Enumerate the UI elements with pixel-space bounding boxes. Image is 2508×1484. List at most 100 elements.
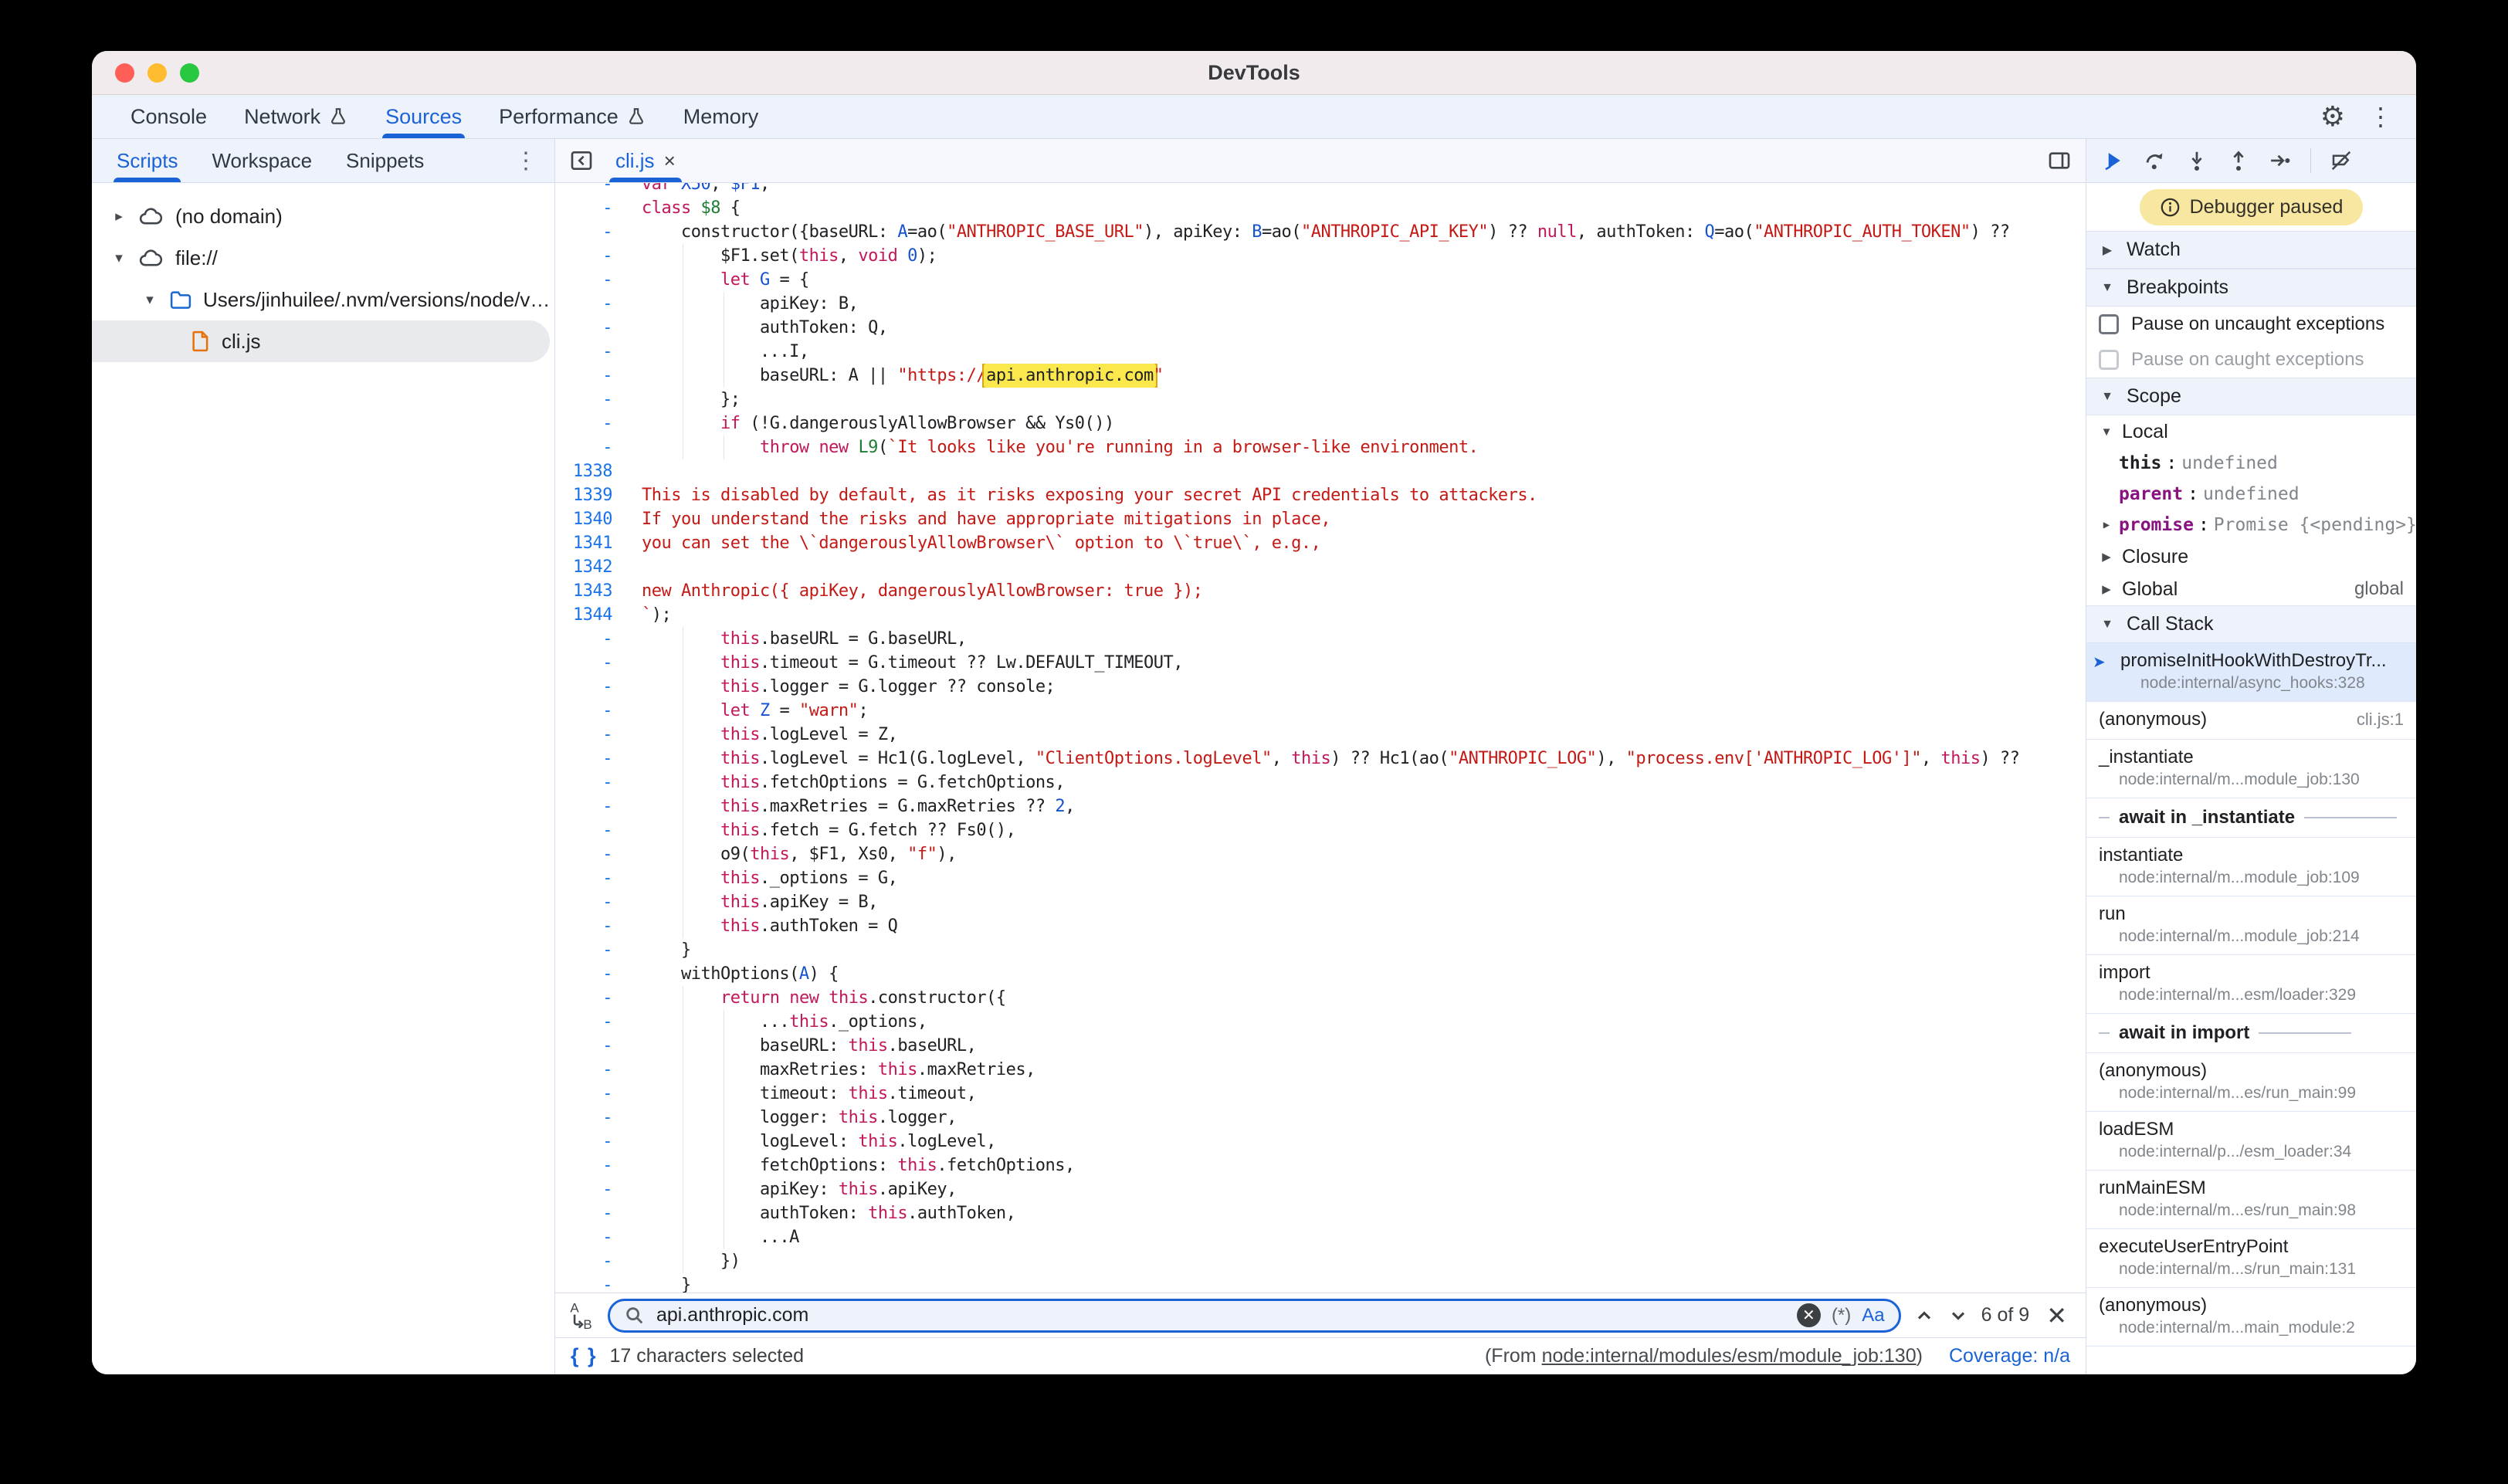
line-number[interactable]: 1338 [555, 459, 631, 483]
pause-caught-checkbox[interactable] [2099, 350, 2119, 370]
toggle-debugger-sidebar-icon[interactable] [2047, 148, 2072, 173]
call-stack-frame[interactable]: loadESMnode:internal/p.../esm_loader:34 [2086, 1112, 2416, 1171]
line-number[interactable]: - [555, 675, 631, 699]
line-number[interactable]: - [555, 890, 631, 914]
settings-gear-icon[interactable]: ⚙ [2320, 103, 2345, 130]
tree-item-clijs[interactable]: cli.js [92, 320, 550, 362]
editor-tab-clijs[interactable]: cli.js × [609, 139, 682, 182]
line-number[interactable]: - [555, 771, 631, 795]
scope-section-header[interactable]: ▼ Scope [2086, 378, 2416, 415]
line-number[interactable]: - [555, 986, 631, 1010]
pause-uncaught-checkbox[interactable] [2099, 314, 2119, 334]
line-number[interactable]: - [555, 196, 631, 220]
line-number[interactable]: - [555, 842, 631, 866]
clear-search-icon[interactable]: ✕ [1797, 1303, 1821, 1327]
line-number[interactable]: - [555, 1130, 631, 1154]
line-number[interactable]: - [555, 364, 631, 388]
line-number[interactable]: - [555, 1201, 631, 1225]
line-number[interactable]: 1339 [555, 483, 631, 507]
line-number[interactable]: - [555, 1106, 631, 1130]
tab-memory[interactable]: Memory [665, 95, 778, 138]
step-over-icon[interactable] [2144, 149, 2167, 172]
tab-snippets[interactable]: Snippets [329, 139, 441, 182]
close-tab-icon[interactable]: × [664, 149, 676, 173]
call-stack-frame[interactable]: ➤promiseInitHookWithDestroyTr...node:int… [2086, 643, 2416, 702]
line-number[interactable]: - [555, 866, 631, 890]
line-number[interactable]: - [555, 220, 631, 244]
line-number[interactable]: - [555, 316, 631, 340]
line-number[interactable]: 1341 [555, 531, 631, 555]
call-stack-frame[interactable]: runnode:internal/m...module_job:214 [2086, 896, 2416, 955]
search-input[interactable] [656, 1304, 1786, 1326]
line-number[interactable]: 1344 [555, 603, 631, 627]
coverage-link[interactable]: Coverage: n/a [1949, 1345, 2070, 1367]
line-number[interactable]: - [555, 268, 631, 292]
chevron-down-icon[interactable]: ▾ [141, 291, 158, 309]
line-number[interactable]: - [555, 747, 631, 771]
close-window-button[interactable] [115, 63, 134, 83]
line-number[interactable]: - [555, 1034, 631, 1058]
line-number[interactable]: - [555, 723, 631, 747]
pretty-print-icon[interactable]: { } [571, 1344, 598, 1368]
next-result-icon[interactable] [1947, 1305, 1969, 1326]
call-stack-frame[interactable]: (anonymous)node:internal/m...main_module… [2086, 1288, 2416, 1347]
close-search-icon[interactable]: ✕ [2042, 1303, 2072, 1328]
call-stack-frame[interactable]: (anonymous)node:internal/m...es/run_main… [2086, 1053, 2416, 1112]
chevron-down-icon[interactable]: ▾ [110, 249, 127, 267]
line-number[interactable]: - [555, 699, 631, 723]
search-field[interactable]: ✕ (*) Aa [608, 1299, 1901, 1333]
call-stack-frame[interactable]: runMainESMnode:internal/m...es/run_main:… [2086, 1171, 2416, 1229]
watch-section-header[interactable]: ▶ Watch [2086, 231, 2416, 269]
line-number[interactable]: - [555, 962, 631, 986]
hide-navigator-icon[interactable] [569, 148, 594, 173]
call-stack-frame[interactable]: executeUserEntryPointnode:internal/m...s… [2086, 1229, 2416, 1288]
line-number[interactable]: 1340 [555, 507, 631, 531]
line-number[interactable]: - [555, 795, 631, 818]
tab-console[interactable]: Console [112, 95, 225, 138]
line-number[interactable]: - [555, 1225, 631, 1249]
line-number[interactable]: - [555, 1058, 631, 1082]
scope-closure-row[interactable]: ▶ Closure [2086, 540, 2416, 573]
from-module-link[interactable]: node:internal/modules/esm/module_job:130 [1542, 1345, 1917, 1367]
line-number[interactable]: - [555, 627, 631, 651]
tab-workspace[interactable]: Workspace [195, 139, 329, 182]
breakpoints-section-header[interactable]: ▼ Breakpoints [2086, 269, 2416, 307]
replace-toggle-icon[interactable]: AB [569, 1300, 595, 1331]
line-number[interactable]: - [555, 651, 631, 675]
line-number[interactable]: 1343 [555, 579, 631, 603]
scope-var-promise[interactable]: ▶ promise: Promise {<pending>} [2099, 510, 2416, 540]
tree-item-no-domain[interactable]: ▸ (no domain) [92, 195, 554, 237]
tab-scripts[interactable]: Scripts [100, 139, 195, 182]
call-stack-frame[interactable]: instantiatenode:internal/m...module_job:… [2086, 838, 2416, 896]
line-number[interactable]: - [555, 412, 631, 435]
scope-local-row[interactable]: ▼ Local [2086, 415, 2416, 448]
call-stack-frame[interactable]: _instantiatenode:internal/m...module_job… [2086, 740, 2416, 798]
line-number[interactable]: - [555, 1273, 631, 1293]
deactivate-breakpoints-icon[interactable] [2330, 149, 2353, 172]
line-number[interactable]: - [555, 183, 631, 196]
line-number[interactable]: - [555, 1249, 631, 1273]
match-case-toggle[interactable]: Aa [1862, 1305, 1884, 1326]
scope-global-row[interactable]: ▶ Global global [2086, 573, 2416, 605]
tab-performance[interactable]: Performance [480, 95, 665, 138]
chevron-right-icon[interactable]: ▸ [110, 208, 127, 225]
line-number[interactable]: - [555, 1177, 631, 1201]
line-number[interactable]: - [555, 244, 631, 268]
line-number[interactable]: - [555, 340, 631, 364]
line-number[interactable]: - [555, 435, 631, 459]
line-number[interactable]: - [555, 914, 631, 938]
tab-network[interactable]: Network [225, 95, 367, 138]
code-editor[interactable]: -var X50, $F1;-class $8 {- constructor({… [555, 183, 2086, 1293]
step-out-icon[interactable] [2227, 149, 2250, 172]
tab-sources[interactable]: Sources [367, 95, 480, 138]
tree-item-node-folder[interactable]: ▾ Users/jinhuilee/.nvm/versions/node/v2… [92, 279, 554, 320]
previous-result-icon[interactable] [1913, 1305, 1935, 1326]
step-icon[interactable] [2269, 149, 2292, 172]
line-number[interactable]: - [555, 1010, 631, 1034]
call-stack-frame[interactable]: (anonymous)cli.js:1 [2086, 702, 2416, 740]
tree-item-file-protocol[interactable]: ▾ file:// [92, 237, 554, 279]
minimize-window-button[interactable] [147, 63, 167, 83]
line-number[interactable]: - [555, 1082, 631, 1106]
regex-toggle[interactable]: (*) [1832, 1305, 1851, 1326]
call-stack-section-header[interactable]: ▼ Call Stack [2086, 605, 2416, 643]
